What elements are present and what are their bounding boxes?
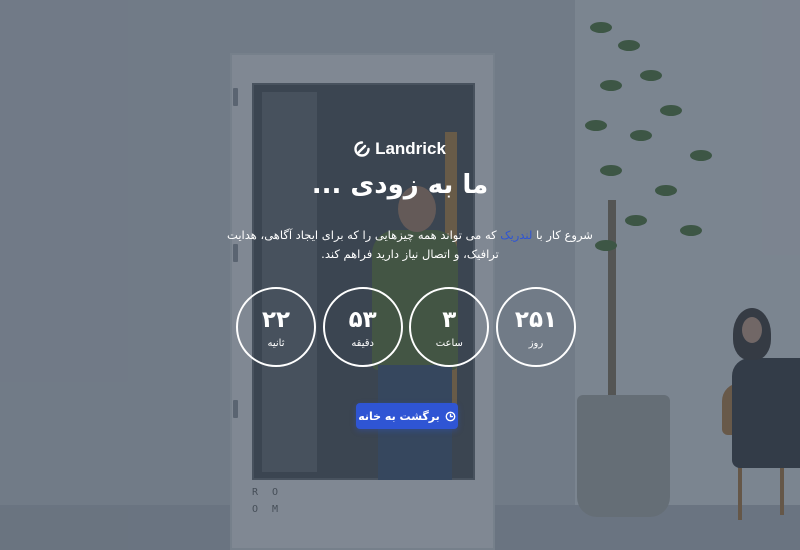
brand-logo[interactable]: Landrick xyxy=(0,139,800,159)
description-text-end: که می تواند همه چیزهایی را که برای ایجاد… xyxy=(227,228,501,261)
countdown-hours-label: ساعت xyxy=(435,337,463,349)
countdown-seconds-label: ثانیه xyxy=(267,337,285,349)
countdown-seconds-value: ۲۲ xyxy=(261,306,291,333)
page-title: ما به زودی ... xyxy=(311,170,489,200)
countdown-days-value: ۲۵۱ xyxy=(514,306,558,333)
back-to-home-label: برگشت به خانه xyxy=(358,409,440,423)
countdown-seconds: ۲۲ ثانیه xyxy=(236,287,316,367)
countdown-days-label: روز xyxy=(528,337,544,349)
brand-link[interactable]: لندریک xyxy=(500,228,532,242)
coming-soon-section: Landrick ما به زودی ... شروع کار با لندر… xyxy=(0,0,800,550)
countdown-minutes-label: دقیقه xyxy=(351,337,374,349)
countdown-minutes-value: ۵۳ xyxy=(348,306,377,333)
back-to-home-button[interactable]: برگشت به خانه xyxy=(356,403,458,429)
countdown-minutes: ۵۳ دقیقه xyxy=(322,287,403,367)
brand-name: Landrick xyxy=(375,139,446,158)
countdown-days: ۲۵۱ روز xyxy=(495,287,576,367)
landrick-logo-icon xyxy=(354,141,370,157)
description-text-start: شروع کار با xyxy=(532,228,593,242)
countdown-timer: ۲۵۱ روز ۳ ساعت ۵۳ دقیقه ۲۲ ثانیه xyxy=(236,287,576,371)
countdown-hours: ۳ ساعت xyxy=(409,287,490,367)
clock-icon xyxy=(445,411,456,422)
page-description: شروع کار با لندریک که می تواند همه چیزها… xyxy=(225,226,595,264)
countdown-hours-value: ۳ xyxy=(442,306,457,333)
